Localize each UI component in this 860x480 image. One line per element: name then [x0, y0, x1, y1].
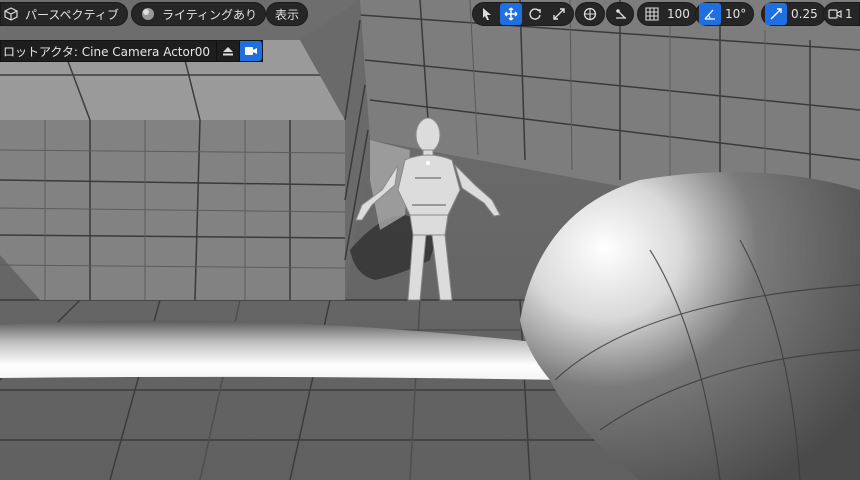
- grid-snap-toggle[interactable]: [641, 3, 663, 25]
- lighting-sphere-icon: [140, 6, 156, 22]
- scale-tool-button[interactable]: [548, 3, 570, 25]
- scale-snap-icon: [770, 8, 782, 20]
- surface-snap-icon: [616, 9, 626, 19]
- scale-icon: [553, 8, 565, 20]
- world-space-button[interactable]: [579, 3, 601, 25]
- pilot-actor-label: ロットアクタ: Cine Camera Actor00: [3, 44, 211, 59]
- grid-snap-value[interactable]: 100: [665, 7, 694, 21]
- lighting-button[interactable]: ライティングあり: [131, 2, 267, 26]
- rotation-snap-value[interactable]: 10°: [723, 7, 750, 21]
- camera-speed-value: 1: [845, 7, 853, 21]
- globe-icon: [583, 7, 597, 21]
- camera-speed-button[interactable]: [827, 3, 843, 25]
- show-menu-button[interactable]: 表示: [266, 2, 309, 26]
- camera-icon: [828, 9, 842, 19]
- move-tool-button[interactable]: [500, 3, 522, 25]
- lighting-label: ライティングあり: [162, 7, 258, 22]
- show-label: 表示: [275, 7, 300, 22]
- rotation-snap-group: 10°: [695, 2, 755, 26]
- select-tool-button[interactable]: [476, 3, 498, 25]
- angle-icon: [704, 9, 715, 20]
- scale-snap-value[interactable]: 0.25: [789, 7, 822, 21]
- video-camera-icon: [245, 47, 258, 55]
- eject-pilot-button[interactable]: [216, 41, 239, 61]
- camera-speed-group[interactable]: 1: [823, 2, 860, 26]
- cursor-icon: [483, 8, 491, 20]
- actor-lock-camera-button[interactable]: [239, 41, 263, 61]
- level-viewport[interactable]: [0, 0, 860, 480]
- grid-icon: [645, 7, 659, 21]
- pilot-actor-bar: ロットアクタ: Cine Camera Actor00: [0, 40, 264, 62]
- rotate-icon: [529, 8, 541, 20]
- surface-snap-button[interactable]: [610, 3, 632, 25]
- scale-snap-toggle[interactable]: [765, 3, 787, 25]
- grid-snap-group: 100: [637, 2, 698, 26]
- rotate-tool-button[interactable]: [524, 3, 546, 25]
- eject-icon: [223, 47, 234, 56]
- perspective-button[interactable]: パースペクティブ: [0, 2, 128, 26]
- perspective-cube-icon: [3, 6, 19, 22]
- rotation-snap-toggle[interactable]: [699, 3, 721, 25]
- world-local-toggle[interactable]: [575, 2, 605, 26]
- perspective-label: パースペクティブ: [25, 7, 119, 22]
- move-arrows-icon: [504, 7, 518, 21]
- scale-snap-group: 0.25: [761, 2, 826, 26]
- surface-snap-toggle[interactable]: [606, 2, 634, 26]
- transform-tools: [472, 2, 574, 26]
